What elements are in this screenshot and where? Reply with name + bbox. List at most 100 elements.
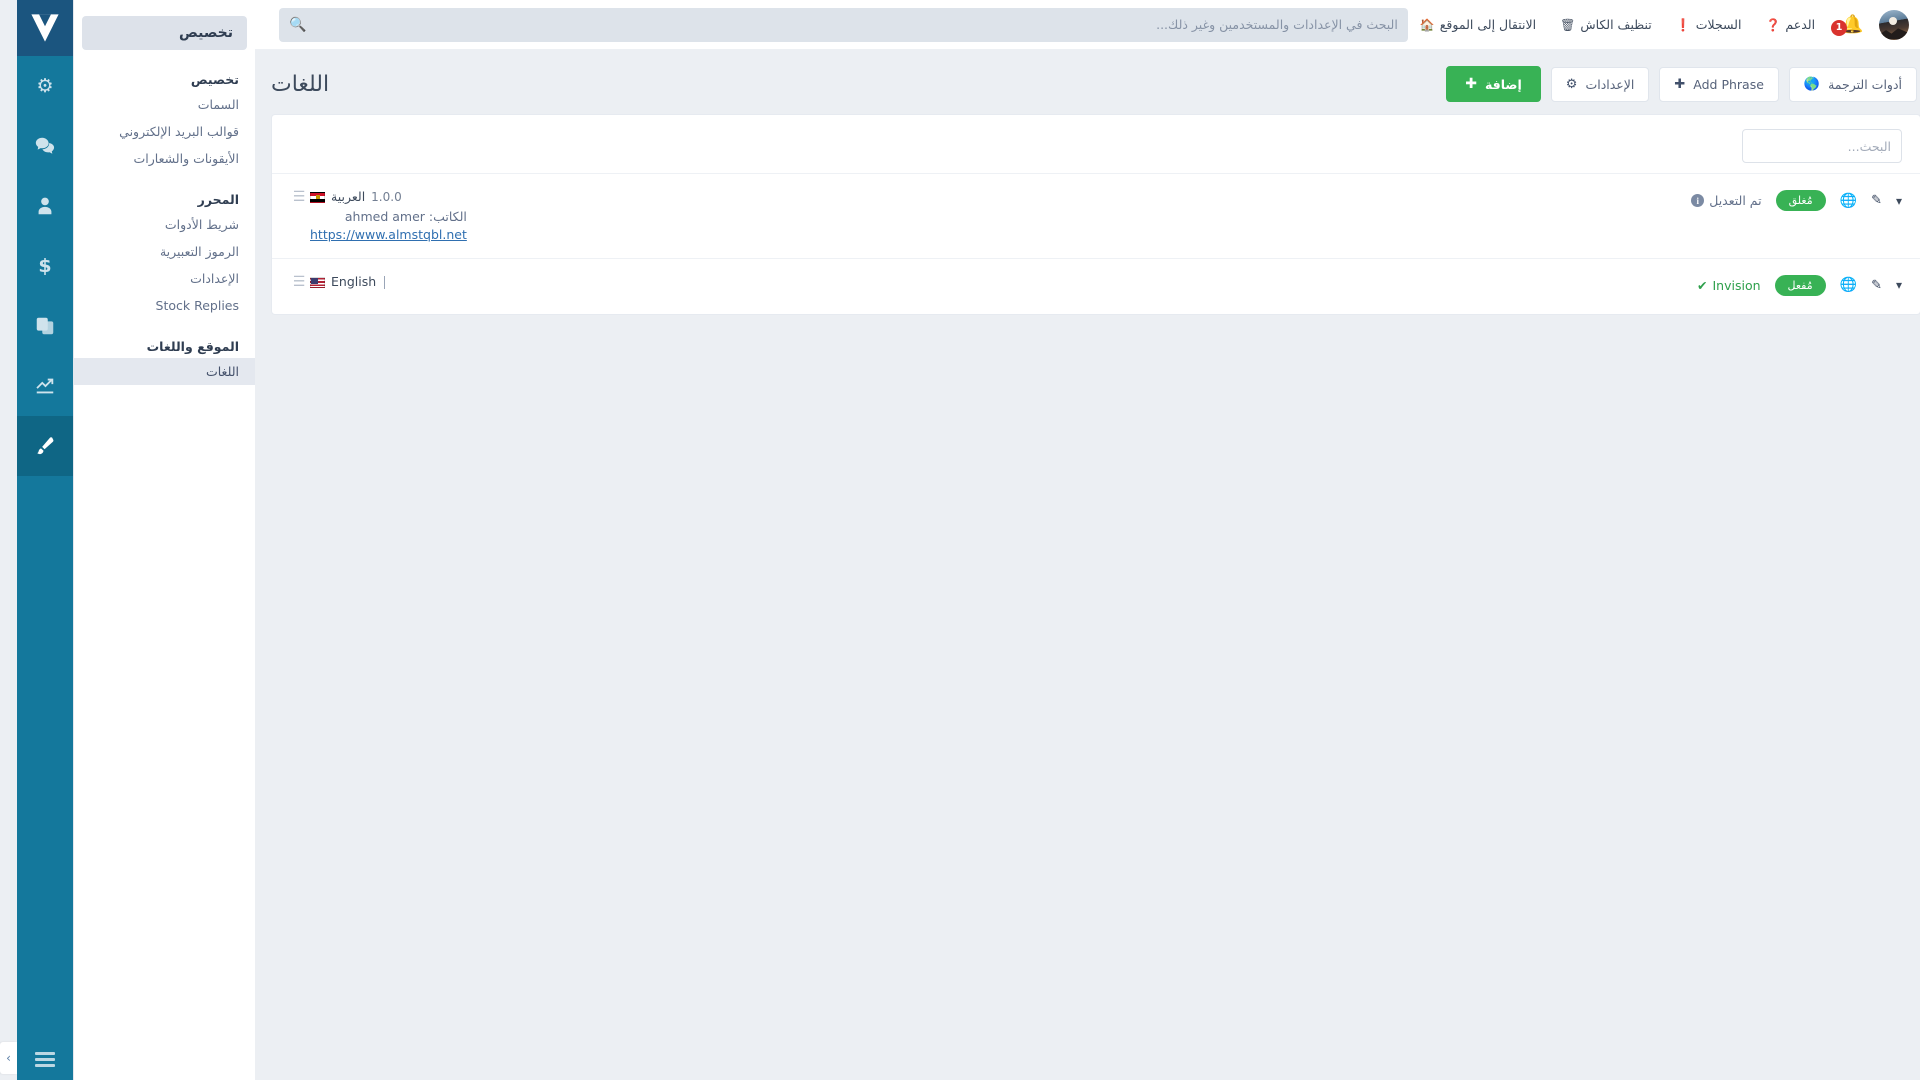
page-header: اللغات ✚ إضافة ⚙ الإعدادات ✚ Add Phrase … bbox=[238, 50, 1920, 114]
page-empty-area bbox=[238, 315, 1920, 1080]
page-title: اللغات bbox=[254, 72, 312, 97]
languages-filter-input[interactable] bbox=[1725, 129, 1885, 163]
sidebar-item-emoji[interactable]: الرموز التعبيرية bbox=[57, 238, 238, 265]
sidebar-item-languages[interactable]: اللغات bbox=[57, 358, 238, 385]
chevron-down-icon[interactable]: ▾ bbox=[1898, 18, 1910, 31]
chevron-down-icon[interactable]: ▾ bbox=[1879, 195, 1885, 207]
stats-chart-icon bbox=[17, 375, 39, 397]
row-actions: ✔ Invision مُفعل 🌐 ✎ ▾ bbox=[1680, 273, 1885, 296]
notification-count-badge: 1 bbox=[1814, 20, 1830, 36]
pencil-icon[interactable]: ✎ bbox=[1854, 279, 1865, 292]
nav-group-title-customization: تخصيص bbox=[57, 66, 238, 91]
commerce-dollar-icon: $ bbox=[21, 257, 34, 276]
avatar-landscape bbox=[1862, 27, 1892, 40]
nav-group-site-languages: الموقع واللغات اللغات bbox=[57, 333, 238, 385]
globe-icon: 🌎 bbox=[1787, 77, 1803, 92]
goto-site-label: الانتقال إلى الموقع bbox=[1423, 17, 1519, 32]
top-navigation-bar: 🔍 🏠 الانتقال إلى الموقع 🗑 تنظيف الكاش ❗ … bbox=[238, 0, 1920, 50]
support-label: الدعم bbox=[1768, 17, 1798, 32]
info-circle-icon[interactable]: i bbox=[1674, 194, 1687, 207]
language-version: 1.0.0 bbox=[354, 188, 385, 206]
nav-group-title-site-languages: الموقع واللغات bbox=[57, 333, 238, 358]
name-separator bbox=[367, 276, 368, 289]
status-label: Invision bbox=[1695, 278, 1743, 293]
languages-filter-row bbox=[255, 115, 1903, 173]
flag-us-icon bbox=[293, 277, 308, 288]
nav-group-editor: المحرر شريط الأدوات الرموز التعبيرية الإ… bbox=[57, 186, 238, 319]
exclamation-circle-icon: ❗ bbox=[1659, 18, 1674, 32]
languages-card: ☰ العربية 1.0.0 الكاتب: ahmed amer https… bbox=[254, 114, 1904, 315]
sidebar-item-toolbar[interactable]: شريط الأدوات bbox=[57, 211, 238, 238]
sidebar-item-email-templates[interactable]: قوالب البريد الإلكتروني bbox=[57, 118, 238, 145]
pencil-icon[interactable]: ✎ bbox=[1854, 194, 1865, 207]
trash-icon: 🗑 bbox=[1543, 18, 1558, 32]
rail-item-members[interactable] bbox=[0, 176, 56, 236]
question-circle-icon: ❓ bbox=[1748, 18, 1763, 32]
rail-item-commerce[interactable]: $ bbox=[0, 236, 56, 296]
search-input[interactable] bbox=[293, 17, 1380, 32]
rail-item-pages[interactable] bbox=[0, 296, 56, 356]
plus-icon: ✚ bbox=[1657, 77, 1668, 92]
translation-tools-button[interactable]: 🌎 أدوات الترجمة bbox=[1772, 67, 1900, 102]
translation-tools-label: أدوات الترجمة bbox=[1811, 77, 1885, 92]
settings-sidebar: تخصيص تخصيص السمات قوالب البريد الإلكترو… bbox=[56, 0, 238, 1080]
status-badge: مُفعل bbox=[1758, 275, 1809, 296]
customization-brush-icon bbox=[17, 435, 39, 457]
settings-label: الإعدادات bbox=[1568, 77, 1617, 92]
avatar-sun bbox=[1872, 17, 1880, 25]
language-name: English bbox=[314, 273, 359, 292]
globe-icon[interactable]: 🌐 bbox=[1823, 194, 1840, 208]
gears-icon: ⚙ bbox=[1549, 77, 1561, 92]
sidebar-header-title: تخصيص bbox=[65, 16, 230, 50]
drag-handle-icon[interactable]: ☰ bbox=[271, 273, 293, 289]
settings-button[interactable]: ⚙ الإعدادات bbox=[1534, 67, 1633, 102]
chevron-down-icon[interactable]: ▾ bbox=[1879, 279, 1885, 291]
rail-menu-toggle[interactable] bbox=[0, 1038, 56, 1080]
globe-icon[interactable]: 🌐 bbox=[1823, 278, 1840, 292]
language-info: English bbox=[293, 273, 370, 292]
add-phrase-button[interactable]: ✚ Add Phrase bbox=[1642, 67, 1762, 102]
clear-cache-link[interactable]: 🗑 تنظيف الكاش bbox=[1531, 17, 1647, 32]
language-author-line: الكاتب: ahmed amer bbox=[293, 207, 450, 227]
clear-cache-label: تنظيف الكاش bbox=[1563, 17, 1634, 32]
add-language-label: إضافة bbox=[1468, 77, 1505, 92]
status-text: i تم التعديل bbox=[1674, 193, 1744, 208]
primary-icon-rail: ⚙ $ › bbox=[0, 0, 56, 1080]
sidebar-item-themes[interactable]: السمات bbox=[57, 91, 238, 118]
invision-logo-icon[interactable] bbox=[0, 0, 56, 56]
goto-site-link[interactable]: 🏠 الانتقال إلى الموقع bbox=[1391, 17, 1531, 32]
sidebar-item-editor-settings[interactable]: الإعدادات bbox=[57, 265, 238, 292]
rail-item-community[interactable] bbox=[0, 116, 56, 176]
rail-item-customization[interactable] bbox=[0, 416, 56, 476]
logs-label: السجلات bbox=[1679, 17, 1725, 32]
search-icon: 🔍 bbox=[272, 17, 289, 33]
language-name: العربية bbox=[314, 188, 348, 207]
notifications-button[interactable]: 🔔 1 bbox=[1810, 14, 1856, 35]
language-author-value: ahmed amer bbox=[328, 209, 408, 224]
sidebar-item-icons-logos[interactable]: الأيقونات والشعارات bbox=[57, 145, 238, 172]
table-row[interactable]: ☰ English ✔ Invision مُفعل 🌐 ✎ ▾ bbox=[255, 258, 1903, 314]
status-text: ✔ Invision bbox=[1680, 278, 1744, 293]
sidebar-item-stock-replies[interactable]: Stock Replies bbox=[57, 292, 238, 319]
system-gears-icon: ⚙ bbox=[19, 77, 36, 96]
plus-icon: ✚ bbox=[1448, 76, 1460, 92]
drag-handle-icon[interactable]: ☰ bbox=[271, 188, 293, 204]
add-phrase-label: Add Phrase bbox=[1676, 77, 1747, 92]
avatar[interactable] bbox=[1862, 10, 1892, 40]
home-icon: 🏠 bbox=[1403, 18, 1418, 32]
support-link[interactable]: ❓ الدعم bbox=[1736, 17, 1810, 32]
main-column: 🔍 🏠 الانتقال إلى الموقع 🗑 تنظيف الكاش ❗ … bbox=[238, 0, 1920, 1080]
add-language-button[interactable]: ✚ إضافة bbox=[1429, 66, 1524, 102]
flag-eg-icon bbox=[293, 192, 308, 203]
table-row[interactable]: ☰ العربية 1.0.0 الكاتب: ahmed amer https… bbox=[255, 173, 1903, 258]
check-icon: ✔ bbox=[1680, 278, 1690, 293]
status-label: تم التعديل bbox=[1692, 193, 1744, 208]
rail-item-system[interactable]: ⚙ bbox=[0, 56, 56, 116]
language-url-link[interactable]: https://www.almstqbl.net bbox=[293, 227, 450, 242]
global-search[interactable]: 🔍 bbox=[262, 8, 1391, 42]
language-name-line: العربية 1.0.0 bbox=[293, 188, 450, 207]
rail-item-stats[interactable] bbox=[0, 356, 56, 416]
community-chat-icon bbox=[17, 135, 39, 157]
language-info: العربية 1.0.0 الكاتب: ahmed amer https:/… bbox=[293, 188, 450, 242]
logs-link[interactable]: ❗ السجلات bbox=[1647, 17, 1737, 32]
